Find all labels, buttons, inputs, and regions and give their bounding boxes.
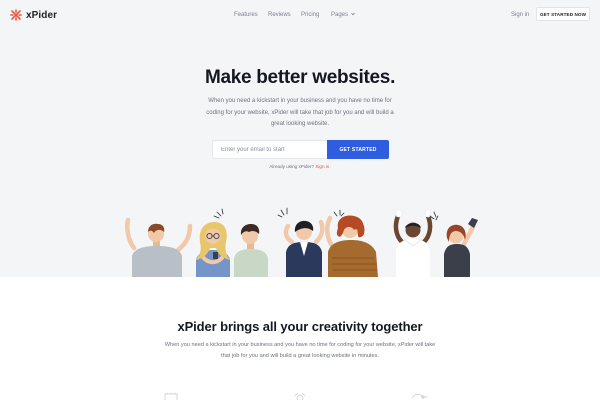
nav-link-pages-label: Pages bbox=[331, 12, 349, 18]
hero-subtext: When you need a kickstart in your busine… bbox=[206, 98, 394, 127]
top-navbar: xPider Features Reviews Pricing Pages Si… bbox=[0, 0, 600, 30]
get-started-now-button[interactable]: GET STARTED NOW bbox=[536, 7, 590, 21]
email-input[interactable] bbox=[212, 140, 327, 159]
already-using-note: Already using xPider? Sign in. bbox=[0, 164, 600, 170]
already-using-text: Already using xPider? bbox=[269, 164, 315, 169]
person-7-illustration bbox=[429, 211, 478, 277]
nav-link-pages[interactable]: Pages bbox=[331, 11, 356, 19]
nav-links: Features Reviews Pricing Pages bbox=[0, 11, 600, 21]
person-6-illustration bbox=[393, 209, 433, 277]
hero-section: xPider Features Reviews Pricing Pages Si… bbox=[0, 0, 600, 277]
feature-icon-2 bbox=[294, 392, 306, 400]
get-started-button[interactable]: GET STARTED bbox=[327, 140, 389, 159]
people-illustration bbox=[125, 207, 478, 277]
section-title: xPider brings all your creativity togeth… bbox=[177, 319, 423, 334]
section-description: When you need a kickstart in your busine… bbox=[164, 342, 436, 359]
feature-icon-1 bbox=[164, 392, 178, 400]
feature-icon-3 bbox=[411, 393, 428, 399]
person-5-illustration bbox=[325, 209, 378, 277]
nav-link-pricing[interactable]: Pricing bbox=[301, 11, 319, 19]
person-4-illustration bbox=[277, 207, 325, 277]
nav-link-features[interactable]: Features bbox=[234, 11, 258, 19]
nav-link-reviews[interactable]: Reviews bbox=[268, 11, 291, 19]
person-2-illustration bbox=[196, 222, 230, 277]
person-1-illustration bbox=[125, 217, 193, 277]
signin-link[interactable]: Sign in bbox=[511, 11, 529, 19]
chevron-down-icon bbox=[351, 13, 355, 16]
hero-headline: Make better websites. bbox=[204, 67, 396, 88]
signin-inline-link[interactable]: Sign in. bbox=[315, 164, 330, 169]
